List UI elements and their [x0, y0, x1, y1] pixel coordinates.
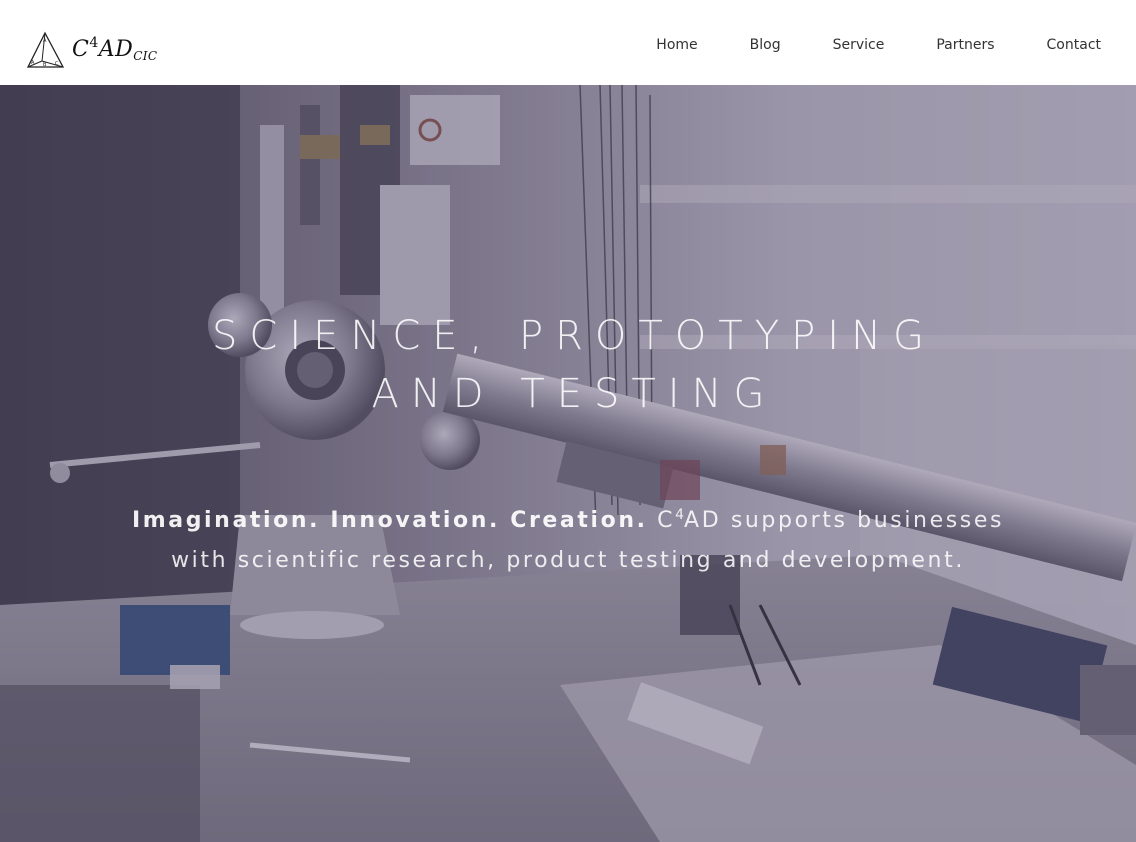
logo-sub: CIC: [133, 49, 158, 63]
svg-text:B: B: [43, 62, 47, 68]
hero-tagline-bold: Imagination. Innovation. Creation.: [131, 508, 648, 533]
nav-item-home[interactable]: Home: [656, 36, 697, 54]
logo-sup: 4: [89, 35, 99, 51]
hero-tagline-sup: 4: [675, 507, 685, 523]
logo-text-ad: AD: [98, 37, 134, 62]
nav-item-contact[interactable]: Contact: [1047, 36, 1101, 54]
hero-content: SCIENCE, PROTOTYPING AND TESTING Imagina…: [0, 307, 1136, 581]
pyramid-icon: A A B C: [26, 31, 65, 68]
main-nav: Home Blog Service Partners Contact: [656, 36, 1101, 54]
site-header: A A B C C4ADCIC Home Blog Service Partne…: [0, 0, 1136, 85]
hero-section: SCIENCE, PROTOTYPING AND TESTING Imagina…: [0, 85, 1136, 842]
svg-text:C: C: [55, 61, 59, 67]
logo-text-c: C: [72, 37, 90, 62]
logo-wordmark: C4ADCIC: [72, 35, 157, 63]
hero-title: SCIENCE, PROTOTYPING AND TESTING: [212, 313, 936, 417]
svg-text:A: A: [43, 38, 47, 44]
svg-text:A: A: [31, 60, 35, 66]
nav-item-partners[interactable]: Partners: [936, 36, 994, 54]
hero-tagline-c: C: [657, 508, 676, 533]
hero-tagline: Imagination. Innovation. Creation. C4AD …: [118, 495, 1018, 581]
site-logo[interactable]: A A B C C4ADCIC: [24, 30, 164, 74]
nav-item-blog[interactable]: Blog: [750, 36, 781, 54]
nav-item-service[interactable]: Service: [833, 36, 885, 54]
